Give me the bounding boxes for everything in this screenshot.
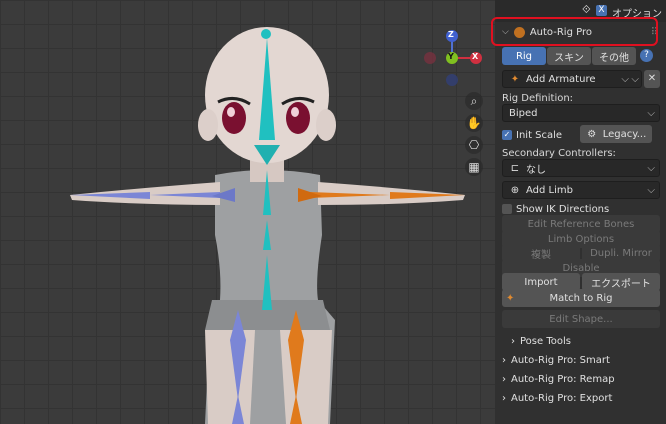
edit-shape-label: Edit Shape... [549, 313, 613, 325]
grid-view-icon[interactable]: ▦ [465, 158, 483, 176]
chevron-down-icon: ⌵ [647, 162, 655, 174]
plus-circle-icon: ⊕ [510, 184, 520, 196]
disable-label: Disable [562, 262, 600, 274]
limb-options-label: Limb Options [547, 233, 615, 245]
legacy-label: Legacy... [602, 128, 647, 140]
match-to-rig-button[interactable]: ✦ Match to Rig [502, 289, 660, 307]
3d-viewport[interactable]: Z Y X ⌕ ✋ ⎔ ▦ [0, 0, 495, 424]
armature-icon: ✦ [506, 292, 515, 304]
side-panel: ⟐ X オプション ⌵ Auto-Rig Pro ⠿ Rig スキン その他 ?… [495, 0, 666, 424]
zoom-icon[interactable]: ⌕ [465, 92, 483, 110]
init-scale-checkbox[interactable]: ✓ Init Scale [502, 126, 577, 144]
x-toggle[interactable]: X [596, 5, 607, 16]
chevron-right-icon: › [502, 354, 506, 366]
character-model [70, 27, 482, 424]
add-limb-label: Add Limb [526, 184, 573, 196]
add-limb-dropdown[interactable]: ⊕ Add Limb ⌵ [502, 181, 660, 199]
chevron-down-icon: ⌵ [647, 184, 655, 196]
hand-pan-icon[interactable]: ✋ [465, 114, 483, 132]
checkbox-icon[interactable] [502, 204, 512, 214]
section-export-label: Auto-Rig Pro: Export [511, 392, 613, 404]
edit-shape-button[interactable]: Edit Shape... [502, 310, 660, 328]
secondary-controllers-dropdown[interactable]: ⊏ なし ⌵ [502, 159, 660, 177]
chevron-down-icon: ⌵ [647, 107, 655, 119]
chevron-right-icon: › [502, 373, 506, 385]
checkbox-checked-icon[interactable]: ✓ [502, 130, 512, 140]
sweep-icon[interactable]: ⟐ [582, 3, 591, 17]
show-ik-label: Show IK Directions [516, 203, 610, 215]
close-icon[interactable]: ✕ [644, 70, 660, 88]
section-remap-label: Auto-Rig Pro: Remap [511, 373, 615, 385]
rig-definition-label: Rig Definition: [502, 93, 574, 104]
gear-icon: ⚙ [587, 128, 597, 140]
highlight-box [491, 17, 658, 46]
add-armature-dropdown[interactable]: ✦ Add Armature ⌵ ⌵ [502, 70, 642, 88]
tab-rig[interactable]: Rig [502, 47, 546, 65]
add-armature-label: Add Armature [526, 73, 596, 85]
section-export[interactable]: › Auto-Rig Pro: Export [502, 389, 660, 407]
help-icon[interactable]: ? [640, 49, 653, 62]
secondary-value: なし [526, 164, 546, 176]
rig-definition-value: Biped [509, 107, 538, 119]
gizmo-z-label[interactable]: Z [448, 30, 454, 39]
init-scale-label: Init Scale [516, 129, 563, 141]
section-smart[interactable]: › Auto-Rig Pro: Smart [502, 351, 660, 369]
chevron-down-icon: ⌵ [621, 73, 629, 85]
export-label: エクスポート [591, 278, 651, 290]
edit-ref-bones-label: Edit Reference Bones [527, 218, 635, 230]
section-remap[interactable]: › Auto-Rig Pro: Remap [502, 370, 660, 388]
chevron-down-icon: ⌵ [631, 73, 639, 85]
armature-icon: ✦ [510, 73, 520, 85]
rig-definition-dropdown[interactable]: Biped ⌵ [502, 104, 660, 122]
import-label: Import [524, 276, 558, 288]
tab-other[interactable]: その他 [592, 47, 636, 65]
legacy-button[interactable]: ⚙ Legacy... [580, 125, 652, 143]
gizmo-x-label[interactable]: X [472, 52, 478, 61]
secondary-controllers-label: Secondary Controllers: [502, 148, 616, 159]
dupli-mirror-label: Dupli. Mirror [590, 247, 652, 259]
pose-tools-label: Pose Tools [520, 335, 571, 347]
pose-tools-section[interactable]: › Pose Tools [511, 332, 666, 350]
chevron-right-icon: › [502, 392, 506, 404]
match-to-rig-label: Match to Rig [549, 292, 613, 304]
gizmo-y-label[interactable]: Y [448, 52, 454, 61]
tab-skin[interactable]: スキン [547, 47, 591, 65]
camera-icon[interactable]: ⎔ [465, 136, 483, 154]
bracket-icon: ⊏ [510, 162, 520, 174]
chevron-right-icon: › [511, 335, 515, 347]
section-smart-label: Auto-Rig Pro: Smart [511, 354, 610, 366]
